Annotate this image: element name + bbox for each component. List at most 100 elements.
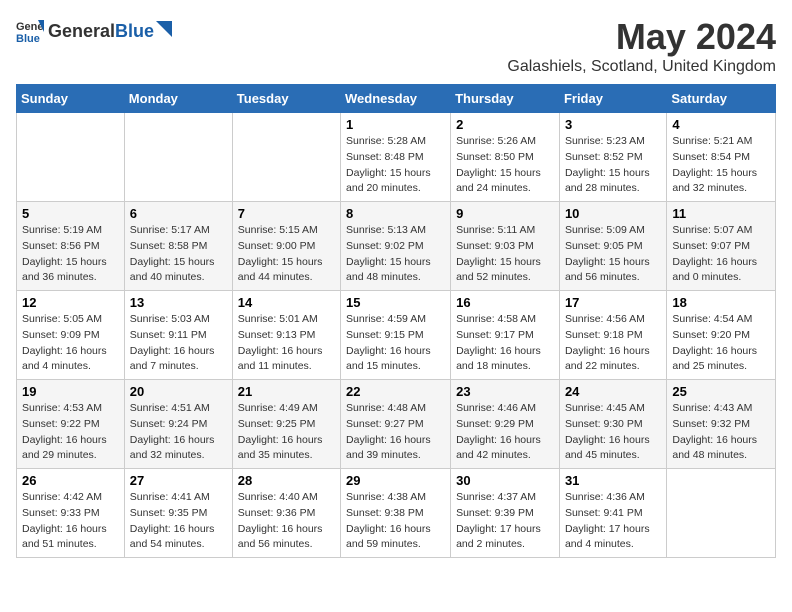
day-number: 5 <box>22 206 119 221</box>
logo: General Blue General Blue <box>16 16 172 44</box>
logo-icon: General Blue <box>16 16 44 44</box>
calendar-cell: 15 Sunrise: 4:59 AMSunset: 9:15 PMDayligh… <box>341 291 451 380</box>
day-number: 31 <box>565 473 661 488</box>
header-saturday: Saturday <box>667 85 776 113</box>
calendar-cell: 20Sunrise: 4:51 AMSunset: 9:24 PMDayligh… <box>124 380 232 469</box>
calendar-cell: 9 Sunrise: 5:11 AMSunset: 9:03 PMDaylight… <box>451 202 560 291</box>
logo-general-text: General <box>48 22 115 40</box>
week-row-2: 5 Sunrise: 5:19 AMSunset: 8:56 PMDaylight… <box>17 202 776 291</box>
day-number: 22 <box>346 384 445 399</box>
day-number: 29 <box>346 473 445 488</box>
day-number: 7 <box>238 206 335 221</box>
calendar-subtitle: Galashiels, Scotland, United Kingdom <box>507 58 776 76</box>
day-number: 3 <box>565 117 661 132</box>
day-info: Sunrise: 4:51 AMSunset: 9:24 PMDaylight:… <box>130 401 227 464</box>
day-info: Sunrise: 5:15 AMSunset: 9:00 PMDaylight:… <box>238 223 335 286</box>
day-info: Sunrise: 5:26 AMSunset: 8:50 PMDaylight:… <box>456 134 554 197</box>
day-info: Sunrise: 5:01 AMSunset: 9:13 PMDaylight:… <box>238 312 335 375</box>
calendar-cell: 27 Sunrise: 4:41 AMSunset: 9:35 PMDayligh… <box>124 469 232 558</box>
week-row-3: 12 Sunrise: 5:05 AMSunset: 9:09 PMDayligh… <box>17 291 776 380</box>
day-number: 10 <box>565 206 661 221</box>
day-number: 6 <box>130 206 227 221</box>
day-number: 23 <box>456 384 554 399</box>
header-thursday: Thursday <box>451 85 560 113</box>
header-monday: Monday <box>124 85 232 113</box>
day-number: 11 <box>672 206 770 221</box>
header-tuesday: Tuesday <box>232 85 340 113</box>
day-info: Sunrise: 4:58 AMSunset: 9:17 PMDaylight:… <box>456 312 554 375</box>
day-number: 13 <box>130 295 227 310</box>
calendar-cell: 21Sunrise: 4:49 AMSunset: 9:25 PMDayligh… <box>232 380 340 469</box>
day-info: Sunrise: 4:37 AMSunset: 9:39 PMDaylight:… <box>456 490 554 553</box>
logo-arrow-icon <box>156 21 172 37</box>
day-number: 4 <box>672 117 770 132</box>
calendar-cell: 17 Sunrise: 4:56 AMSunset: 9:18 PMDayligh… <box>559 291 666 380</box>
calendar-cell: 24Sunrise: 4:45 AMSunset: 9:30 PMDayligh… <box>559 380 666 469</box>
day-number: 1 <box>346 117 445 132</box>
calendar-cell: 29 Sunrise: 4:38 AMSunset: 9:38 PMDayligh… <box>341 469 451 558</box>
day-info: Sunrise: 5:07 AMSunset: 9:07 PMDaylight:… <box>672 223 770 286</box>
day-info: Sunrise: 4:48 AMSunset: 9:27 PMDaylight:… <box>346 401 445 464</box>
day-info: Sunrise: 5:03 AMSunset: 9:11 PMDaylight:… <box>130 312 227 375</box>
day-number: 15 <box>346 295 445 310</box>
day-number: 14 <box>238 295 335 310</box>
calendar-cell: 28Sunrise: 4:40 AMSunset: 9:36 PMDayligh… <box>232 469 340 558</box>
calendar-cell: 2 Sunrise: 5:26 AMSunset: 8:50 PMDaylight… <box>451 113 560 202</box>
day-info: Sunrise: 5:09 AMSunset: 9:05 PMDaylight:… <box>565 223 661 286</box>
calendar-cell: 16 Sunrise: 4:58 AMSunset: 9:17 PMDayligh… <box>451 291 560 380</box>
day-info: Sunrise: 5:13 AMSunset: 9:02 PMDaylight:… <box>346 223 445 286</box>
week-row-5: 26Sunrise: 4:42 AMSunset: 9:33 PMDayligh… <box>17 469 776 558</box>
title-area: May 2024 Galashiels, Scotland, United Ki… <box>507 16 776 76</box>
day-number: 19 <box>22 384 119 399</box>
day-number: 24 <box>565 384 661 399</box>
header-row: SundayMondayTuesdayWednesdayThursdayFrid… <box>17 85 776 113</box>
svg-text:Blue: Blue <box>16 33 40 44</box>
day-number: 2 <box>456 117 554 132</box>
day-info: Sunrise: 5:11 AMSunset: 9:03 PMDaylight:… <box>456 223 554 286</box>
calendar-cell: 18Sunrise: 4:54 AMSunset: 9:20 PMDayligh… <box>667 291 776 380</box>
day-info: Sunrise: 4:56 AMSunset: 9:18 PMDaylight:… <box>565 312 661 375</box>
day-number: 17 <box>565 295 661 310</box>
day-number: 16 <box>456 295 554 310</box>
day-info: Sunrise: 4:41 AMSunset: 9:35 PMDaylight:… <box>130 490 227 553</box>
calendar-cell: 7 Sunrise: 5:15 AMSunset: 9:00 PMDaylight… <box>232 202 340 291</box>
calendar-cell: 8 Sunrise: 5:13 AMSunset: 9:02 PMDaylight… <box>341 202 451 291</box>
calendar-cell: 10 Sunrise: 5:09 AMSunset: 9:05 PMDayligh… <box>559 202 666 291</box>
calendar-cell: 4 Sunrise: 5:21 AMSunset: 8:54 PMDaylight… <box>667 113 776 202</box>
day-number: 25 <box>672 384 770 399</box>
calendar-cell: 22 Sunrise: 4:48 AMSunset: 9:27 PMDayligh… <box>341 380 451 469</box>
calendar-cell: 1 Sunrise: 5:28 AMSunset: 8:48 PMDaylight… <box>341 113 451 202</box>
day-number: 27 <box>130 473 227 488</box>
day-number: 9 <box>456 206 554 221</box>
calendar-cell: 6 Sunrise: 5:17 AMSunset: 8:58 PMDaylight… <box>124 202 232 291</box>
calendar-cell: 13 Sunrise: 5:03 AMSunset: 9:11 PMDayligh… <box>124 291 232 380</box>
day-number: 30 <box>456 473 554 488</box>
week-row-4: 19 Sunrise: 4:53 AMSunset: 9:22 PMDayligh… <box>17 380 776 469</box>
day-info: Sunrise: 5:28 AMSunset: 8:48 PMDaylight:… <box>346 134 445 197</box>
day-info: Sunrise: 5:21 AMSunset: 8:54 PMDaylight:… <box>672 134 770 197</box>
day-info: Sunrise: 4:38 AMSunset: 9:38 PMDaylight:… <box>346 490 445 553</box>
calendar-cell: 23Sunrise: 4:46 AMSunset: 9:29 PMDayligh… <box>451 380 560 469</box>
calendar-cell: 25 Sunrise: 4:43 AMSunset: 9:32 PMDayligh… <box>667 380 776 469</box>
calendar-table: SundayMondayTuesdayWednesdayThursdayFrid… <box>16 84 776 558</box>
day-info: Sunrise: 4:43 AMSunset: 9:32 PMDaylight:… <box>672 401 770 464</box>
day-info: Sunrise: 5:17 AMSunset: 8:58 PMDaylight:… <box>130 223 227 286</box>
header-sunday: Sunday <box>17 85 125 113</box>
calendar-cell: 14 Sunrise: 5:01 AMSunset: 9:13 PMDayligh… <box>232 291 340 380</box>
calendar-title: May 2024 <box>507 16 776 58</box>
calendar-cell: 5 Sunrise: 5:19 AMSunset: 8:56 PMDaylight… <box>17 202 125 291</box>
day-number: 21 <box>238 384 335 399</box>
calendar-cell <box>232 113 340 202</box>
day-number: 8 <box>346 206 445 221</box>
calendar-cell <box>667 469 776 558</box>
day-info: Sunrise: 5:05 AMSunset: 9:09 PMDaylight:… <box>22 312 119 375</box>
day-info: Sunrise: 4:53 AMSunset: 9:22 PMDaylight:… <box>22 401 119 464</box>
calendar-cell: 31Sunrise: 4:36 AMSunset: 9:41 PMDayligh… <box>559 469 666 558</box>
calendar-cell: 19 Sunrise: 4:53 AMSunset: 9:22 PMDayligh… <box>17 380 125 469</box>
logo-blue-text: Blue <box>115 22 154 40</box>
day-info: Sunrise: 4:59 AMSunset: 9:15 PMDaylight:… <box>346 312 445 375</box>
day-number: 12 <box>22 295 119 310</box>
header-friday: Friday <box>559 85 666 113</box>
day-number: 18 <box>672 295 770 310</box>
day-info: Sunrise: 5:19 AMSunset: 8:56 PMDaylight:… <box>22 223 119 286</box>
